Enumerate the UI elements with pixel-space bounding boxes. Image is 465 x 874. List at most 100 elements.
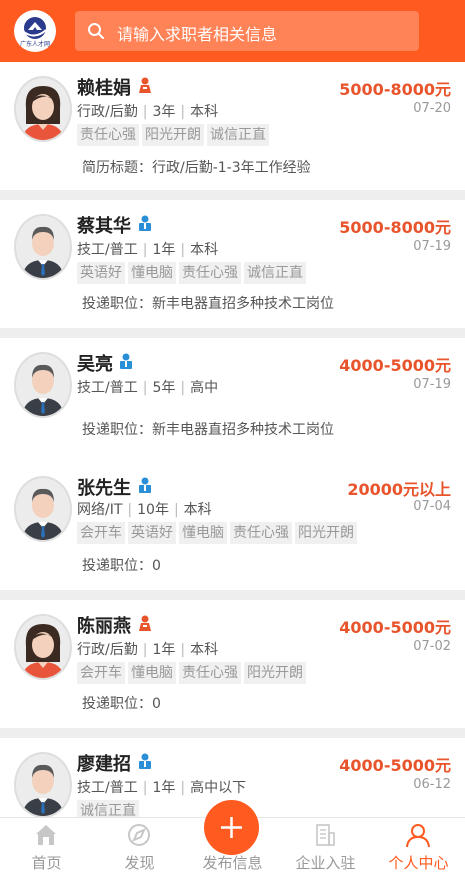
update-date: 07-19 [413,377,451,392]
tag-list: 会开车 懂电脑 责任心强 阳光开朗 [77,662,309,684]
search-placeholder: 请输入求职者相关信息 [117,25,278,44]
candidate-name: 蔡其华 [77,216,131,237]
applied-position: 投递职位：0 [82,558,161,574]
tab-enterprise-label: 企业入驻 [295,854,356,872]
search-icon [88,23,104,39]
site-logo[interactable]: 广东人才网 [14,10,56,52]
male-icon [120,353,132,369]
candidate-card[interactable]: 赖桂娟 行政/后勤 | 3年 | 本科 5000-8000元 07-20 责任心强 阳光开… [0,62,465,190]
building-icon [316,824,335,846]
education: 高中 [190,380,219,396]
expected-salary: 5000-8000元 [339,80,451,99]
update-date: 07-04 [413,499,451,514]
skill-tag: 懂电脑 [128,262,176,284]
search-bar[interactable]: 请输入求职者相关信息 [75,11,419,51]
candidate-card[interactable]: 蔡其华 技工/普工 | 1年 | 本科 5000-8000元 07-19 英语好 懂电脑责… [0,200,465,328]
update-date: 07-02 [413,639,451,654]
candidate-name: 吴亮 [77,354,113,375]
experience: 1年 [152,780,176,796]
update-date: 07-20 [413,101,451,116]
plus-icon [221,817,242,838]
experience: 1年 [152,642,176,658]
tab-profile[interactable]: 个人中心 [372,818,465,874]
tab-home[interactable]: 首页 [0,818,93,874]
male-icon [139,215,151,231]
tab-profile-label: 个人中心 [388,854,449,872]
skill-tag: 阳光开朗 [244,662,306,684]
candidate-name: 张先生 [77,478,131,499]
experience: 5年 [152,380,176,396]
update-date: 06-12 [413,777,451,792]
update-date: 07-19 [413,239,451,254]
male-avatar [14,752,72,818]
tab-discover[interactable]: 发现 [93,818,186,874]
candidate-card[interactable]: 吴亮 技工/普工 | 5年 | 高中 4000-5000元 07-19 投递职位：新丰电… [0,338,465,466]
education: 本科 [190,104,219,120]
job-category: 技工/普工 [77,242,138,258]
experience: 3年 [152,104,176,120]
male-icon [139,753,151,769]
candidate-meta: 行政/后勤 | 1年 | 本科 [77,642,219,658]
candidate-meta: 技工/普工 | 5年 | 高中 [77,380,219,396]
female-icon [139,77,151,93]
applied-position: 投递职位：0 [82,696,161,712]
job-category: 行政/后勤 [77,104,138,120]
resume-info: 简历标题：行政/后勤-1-3年工作经验 [82,160,311,176]
applied-position: 投递职位：新丰电器直招多种技术工岗位 [82,422,334,438]
job-category: 技工/普工 [77,380,138,396]
candidate-meta: 技工/普工 | 1年 | 高中以下 [77,780,247,796]
tab-publish-label: 发布信息 [202,854,263,872]
home-icon [36,825,56,845]
candidate-name: 陈丽燕 [77,616,131,637]
tab-discover-label: 发现 [124,854,155,872]
expected-salary: 4000-5000元 [339,756,451,775]
applied-position: 投递职位：新丰电器直招多种技术工岗位 [82,296,334,312]
female-icon [139,615,151,631]
job-category: 网络/IT [77,502,123,518]
candidate-meta: 网络/IT | 10年 | 本科 [77,502,212,518]
male-icon [139,477,151,493]
logo-text: 广东人才网 [19,41,50,48]
candidate-meta: 行政/后勤 | 3年 | 本科 [77,104,219,120]
female-avatar [14,76,72,142]
skill-tag: 会开车 [77,662,125,684]
skill-tag: 阳光开朗 [142,124,204,146]
skill-tag: 英语好 [128,522,176,544]
skill-tag: 阳光开朗 [295,522,357,544]
candidate-card[interactable]: 陈丽燕 行政/后勤 | 1年 | 本科 4000-5000元 07-02 会开车 懂电脑责… [0,600,465,728]
job-category: 行政/后勤 [77,642,138,658]
discover-icon [128,824,150,846]
skill-tag: 会开车 [77,522,125,544]
app-header: 广东人才网 请输入求职者相关信息 [0,0,465,62]
tab-enterprise[interactable]: 企业入驻 [279,818,372,874]
skill-tag: 懂电脑 [179,522,227,544]
education: 本科 [183,502,212,518]
tab-home-label: 首页 [31,854,62,872]
skill-tag: 诚信正直 [207,124,269,146]
publish-fab-button[interactable] [204,800,259,855]
candidate-meta: 技工/普工 | 1年 | 本科 [77,242,219,258]
male-avatar [14,476,72,542]
skill-tag: 诚信正直 [244,262,306,284]
tag-list: 英语好 懂电脑 责任心强 诚信正直 [77,262,309,284]
candidate-name: 廖建招 [77,754,131,775]
education: 本科 [190,642,219,658]
tag-list: 责任心强 阳光开朗 诚信正直 [77,124,272,146]
male-avatar [14,214,72,280]
candidate-card[interactable]: 张先生 网络/IT | 10年 | 本科 20000元以上 07-04 会开车 英语好 懂电… [0,462,465,590]
expected-salary: 5000-8000元 [339,218,451,237]
experience: 1年 [152,242,176,258]
expected-salary: 20000元以上 [347,480,451,499]
female-avatar [14,614,72,680]
male-avatar [14,352,72,418]
skill-tag: 英语好 [77,262,125,284]
expected-salary: 4000-5000元 [339,356,451,375]
expected-salary: 4000-5000元 [339,618,451,637]
skill-tag: 懂电脑 [128,662,176,684]
skill-tag: 责任心强 [179,662,241,684]
candidate-name: 赖桂娟 [77,78,131,99]
job-category: 技工/普工 [77,780,138,796]
skill-tag: 责任心强 [230,522,292,544]
education: 高中以下 [190,780,247,796]
skill-tag: 责任心强 [179,262,241,284]
